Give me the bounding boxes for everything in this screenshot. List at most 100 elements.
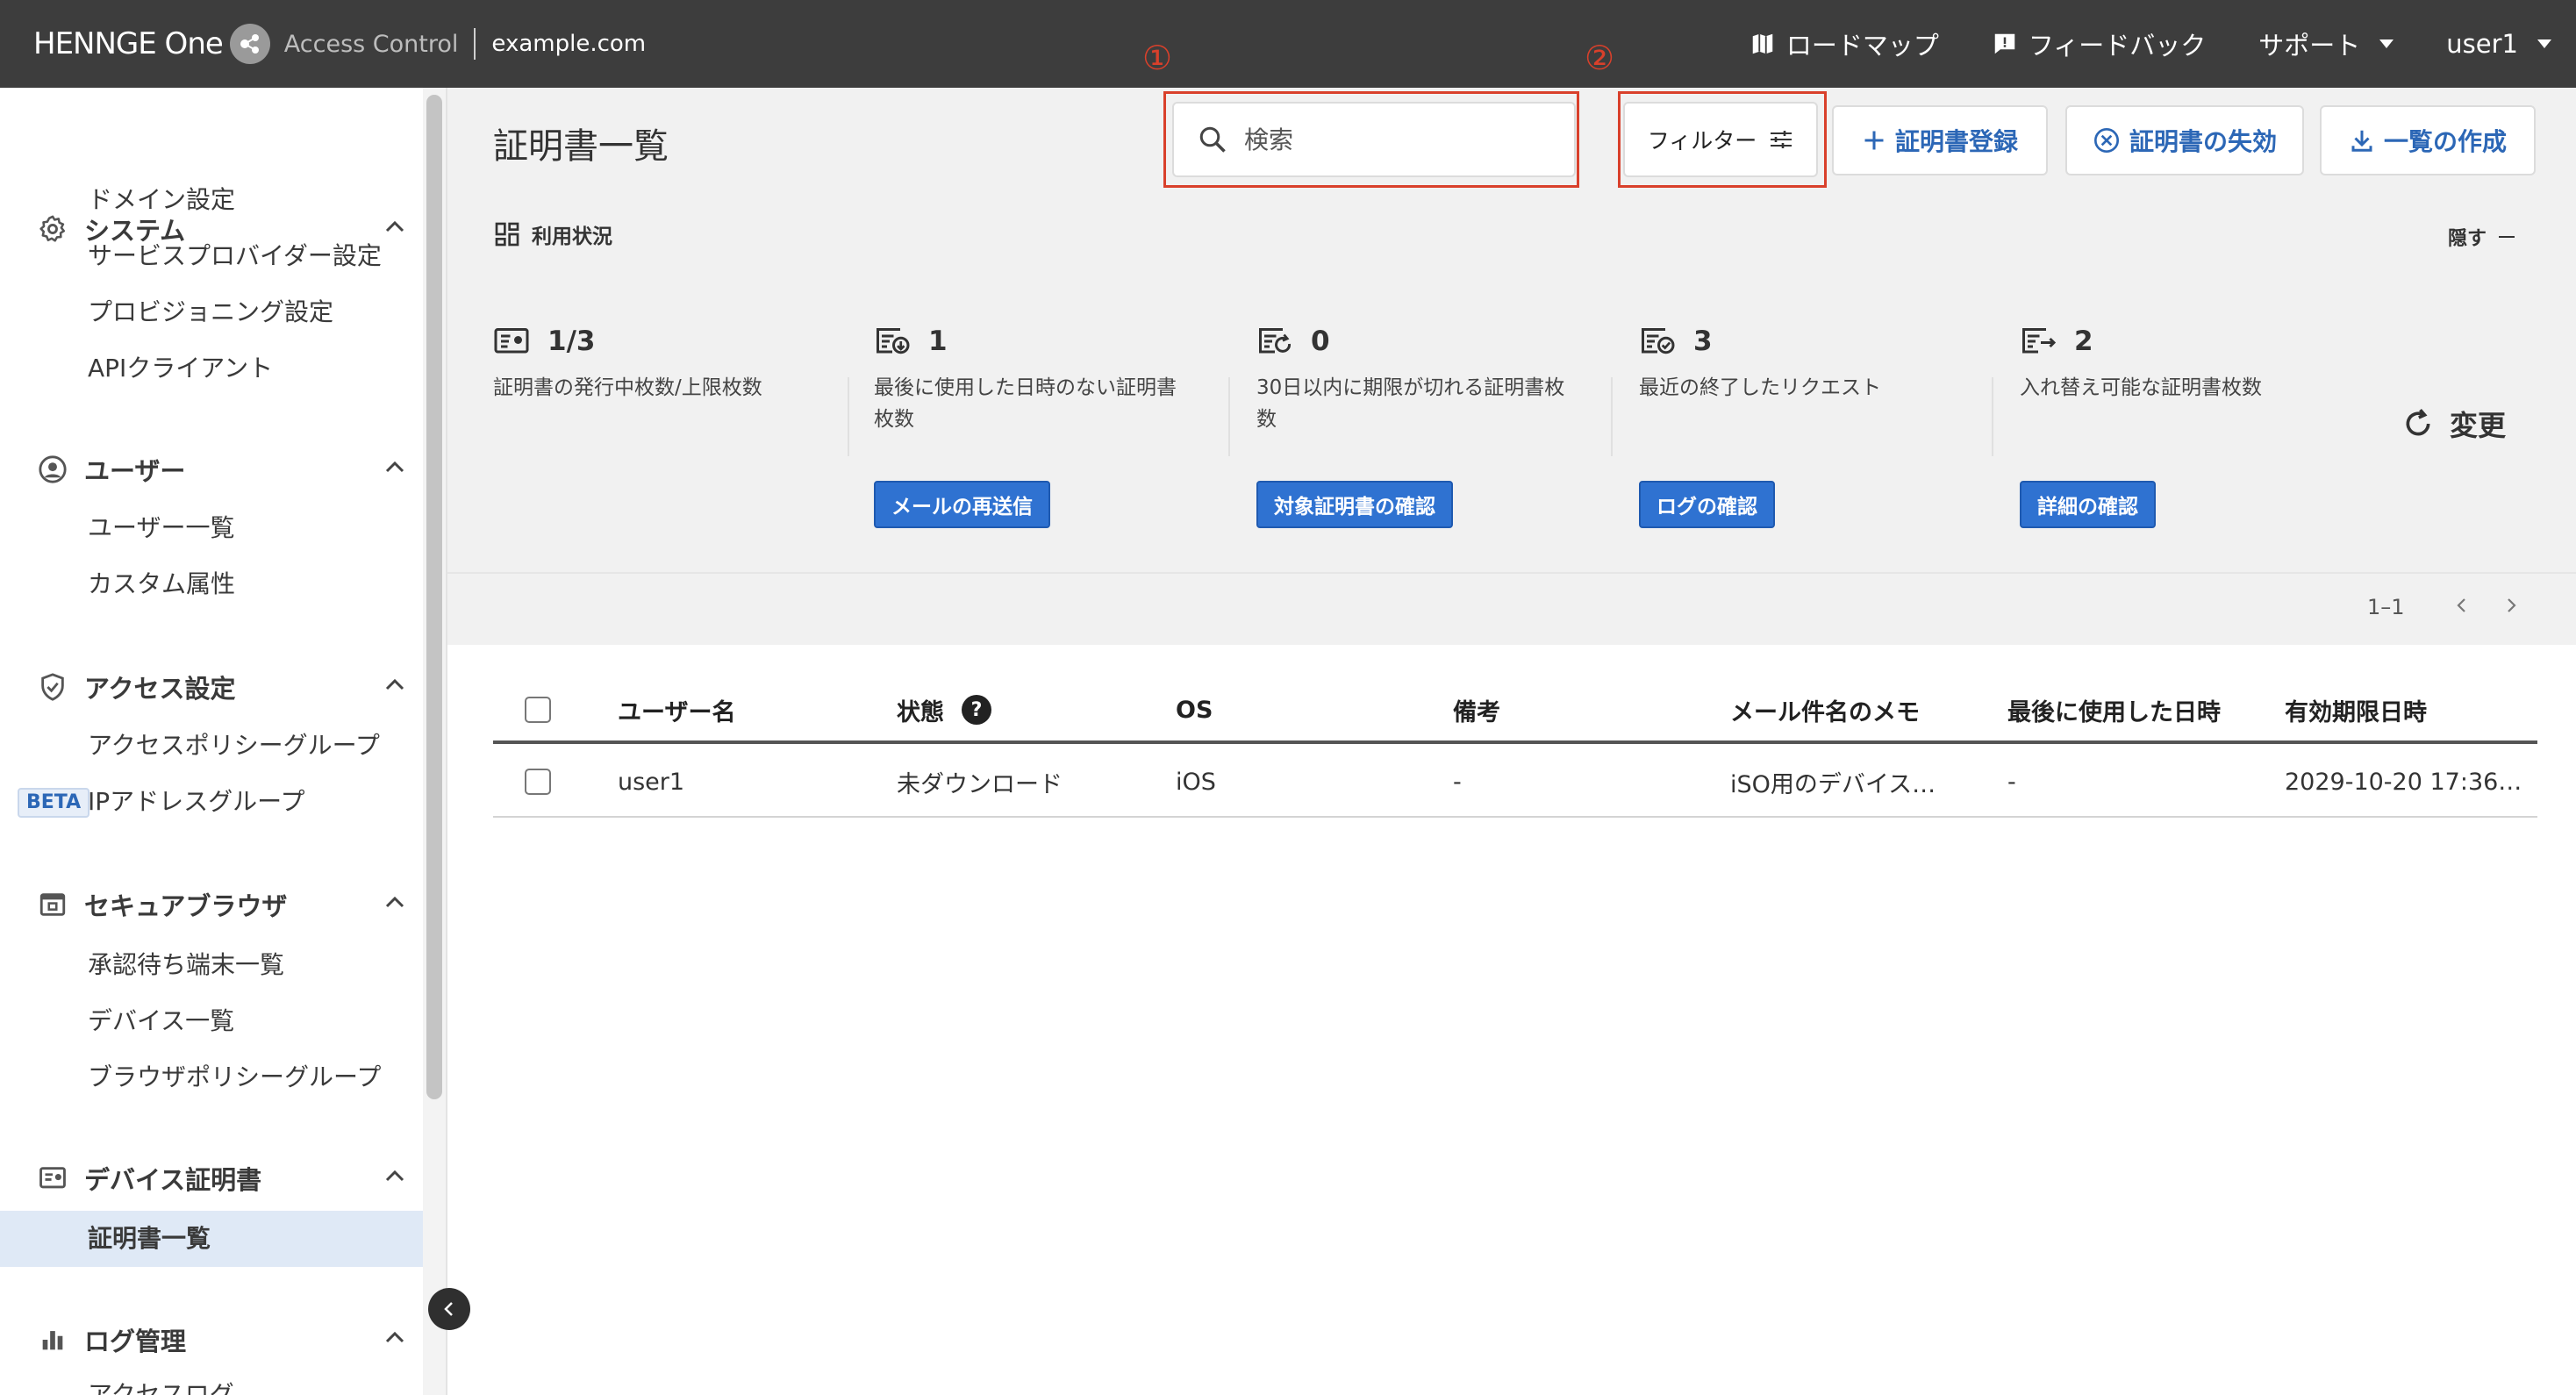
sidebar-item-domain[interactable]: ドメイン設定	[88, 181, 235, 219]
cell-expiry: 2029-10-20 17:36…	[2285, 768, 2522, 796]
divider	[1992, 377, 1993, 456]
check-details-button[interactable]: 詳細の確認	[2020, 481, 2156, 528]
check-logs-button[interactable]: ログの確認	[1639, 481, 1775, 528]
usage-title: 利用状況	[493, 219, 612, 249]
revoke-certificate-button[interactable]: 証明書の失効	[2065, 105, 2304, 175]
sidebar-item-user-list[interactable]: ユーザー一覧	[88, 509, 234, 547]
annotation-box-2	[1618, 91, 1827, 188]
hide-usage-button[interactable]: 隠す	[2448, 223, 2515, 251]
certificate-icon	[494, 328, 529, 354]
sidebar-section-log-management[interactable]: ログ管理	[35, 1318, 412, 1362]
feedback-label: フィードバック	[2028, 31, 2207, 61]
stat-value: 1/3	[547, 326, 596, 357]
column-header-expiry[interactable]: 有効期限日時	[2285, 676, 2427, 744]
column-header-mail-subject-memo[interactable]: メール件名のメモ	[1730, 676, 1920, 744]
export-list-button[interactable]: 一覧の作成	[2320, 105, 2536, 175]
stat-value: 0	[1311, 326, 1330, 357]
chevron-right-icon	[2508, 598, 2516, 612]
sidebar-item-ip-group-row: BETA IPアドレスグループ	[0, 783, 423, 821]
sidebar-item-service-provider[interactable]: サービスプロバイダー設定	[88, 237, 382, 275]
sidebar-item-device-list[interactable]: デバイス一覧	[88, 1002, 234, 1041]
stat-expiring-certificates: 0 30日以内に期限が切れる証明書枚数 対象証明書の確認	[1256, 321, 1616, 528]
previous-page-button[interactable]	[2453, 593, 2471, 622]
sidebar: システム ドメイン設定 サービスプロバイダー設定 プロビジョニング設定 APIク…	[0, 88, 423, 1395]
sidebar-section-access[interactable]: アクセス設定	[35, 665, 412, 709]
support-label: サポート	[2258, 31, 2361, 61]
refresh-icon	[2406, 408, 2430, 436]
hide-label: 隠す	[2448, 228, 2487, 250]
annotation-box-1	[1163, 91, 1579, 188]
support-menu[interactable]: サポート	[2258, 25, 2394, 62]
column-header-status[interactable]: 状態 ?	[897, 676, 991, 744]
brand-logo-icon	[229, 24, 270, 64]
map-icon	[1752, 33, 1773, 54]
table-row[interactable]: user1 未ダウンロード iOS - iSO用のデバイス… - 2029-10…	[493, 748, 2537, 818]
tenant-domain: example.com	[491, 31, 647, 57]
brand-logo-text[interactable]: HENNGE One	[33, 26, 224, 61]
download-icon	[2351, 130, 2372, 152]
cell-notes: -	[1453, 768, 1462, 796]
column-header-notes[interactable]: 備考	[1453, 676, 1500, 744]
sidebar-item-access-policy-groups[interactable]: アクセスポリシーグループ	[88, 726, 380, 765]
page-title: 証明書一覧	[493, 126, 669, 167]
user-circle-icon	[35, 452, 70, 487]
sidebar-section-device-certificates[interactable]: デバイス証明書	[35, 1156, 412, 1200]
chevron-up-icon	[385, 1170, 404, 1182]
browser-icon	[35, 887, 70, 922]
pagination-bar	[447, 572, 2576, 645]
sidebar-item-provisioning[interactable]: プロビジョニング設定	[88, 293, 333, 332]
help-icon[interactable]: ?	[962, 695, 991, 725]
pagination-range: 1–1	[2367, 595, 2405, 619]
sidebar-scrollbar-thumb[interactable]	[426, 95, 442, 1099]
plus-icon	[1864, 131, 1884, 150]
stat-description: 30日以内に期限が切れる証明書枚数	[1256, 376, 1565, 431]
gear-icon	[35, 211, 70, 247]
chevron-up-icon	[385, 678, 404, 690]
column-header-os[interactable]: OS	[1176, 676, 1213, 744]
sidebar-item-pending-devices[interactable]: 承認待ち端末一覧	[88, 946, 284, 984]
select-all-cell	[525, 676, 551, 744]
chevron-up-icon	[385, 896, 404, 908]
roadmap-link[interactable]: ロードマップ	[1750, 25, 1939, 62]
sidebar-section-secure-browser[interactable]: セキュアブラウザ	[35, 883, 412, 926]
cell-mail-subject-memo: iSO用のデバイス…	[1730, 770, 1936, 798]
stat-replaceable-certificates: 2 入れ替え可能な証明書枚数 詳細の確認	[2020, 321, 2379, 528]
top-nav: ロードマップ フィードバック サポート user1	[1697, 0, 2551, 88]
check-target-certificates-button[interactable]: 対象証明書の確認	[1256, 481, 1453, 528]
certificate-refresh-icon	[1259, 328, 1292, 354]
divider	[1611, 377, 1613, 456]
next-page-button[interactable]	[2502, 593, 2520, 622]
resend-mail-button[interactable]: メールの再送信	[874, 481, 1050, 528]
change-button[interactable]: 変更	[2401, 404, 2506, 444]
column-header-username[interactable]: ユーザー名	[618, 676, 735, 744]
stat-recent-requests: 3 最近の終了したリクエスト ログの確認	[1639, 321, 1999, 528]
sidebar-item-browser-policy-groups[interactable]: ブラウザポリシーグループ	[88, 1058, 381, 1097]
sidebar-item-api-client[interactable]: APIクライアント	[88, 349, 273, 388]
chevron-up-icon	[385, 1331, 404, 1343]
minus-icon	[2499, 236, 2515, 238]
export-label: 一覧の作成	[2383, 127, 2507, 156]
register-label: 証明書登録	[1894, 127, 2018, 156]
column-header-label: 状態	[897, 698, 944, 726]
collapse-sidebar-button[interactable]	[428, 1288, 470, 1330]
sidebar-item-certificate-list[interactable]: 証明書一覧	[0, 1211, 423, 1267]
sidebar-section-users[interactable]: ユーザー	[35, 447, 412, 491]
column-header-last-used[interactable]: 最後に使用した日時	[2007, 676, 2221, 744]
sidebar-item-ip-address-groups[interactable]: IPアドレスグループ	[88, 783, 304, 821]
row-select-cell	[525, 748, 551, 816]
register-certificate-button[interactable]: 証明書登録	[1832, 105, 2048, 175]
sidebar-item-access-log[interactable]: アクセスログ	[88, 1376, 234, 1395]
stat-description: 最後に使用した日時のない証明書枚数	[874, 376, 1177, 431]
cell-os: iOS	[1176, 768, 1216, 796]
divider	[474, 28, 476, 60]
stat-description: 入れ替え可能な証明書枚数	[2020, 376, 2262, 399]
table-header: ユーザー名 状態 ? OS 備考 メール件名のメモ 最後に使用した日時 有効期限…	[493, 676, 2537, 744]
section-title: デバイス証明書	[84, 1165, 262, 1195]
feedback-link[interactable]: フィードバック	[1992, 25, 2206, 62]
user-menu[interactable]: user1	[2446, 29, 2551, 59]
section-title: アクセス設定	[84, 674, 236, 704]
select-all-checkbox[interactable]	[525, 697, 551, 723]
row-checkbox[interactable]	[525, 769, 551, 795]
roadmap-label: ロードマップ	[1785, 31, 1939, 61]
sidebar-item-custom-attributes[interactable]: カスタム属性	[88, 565, 235, 604]
